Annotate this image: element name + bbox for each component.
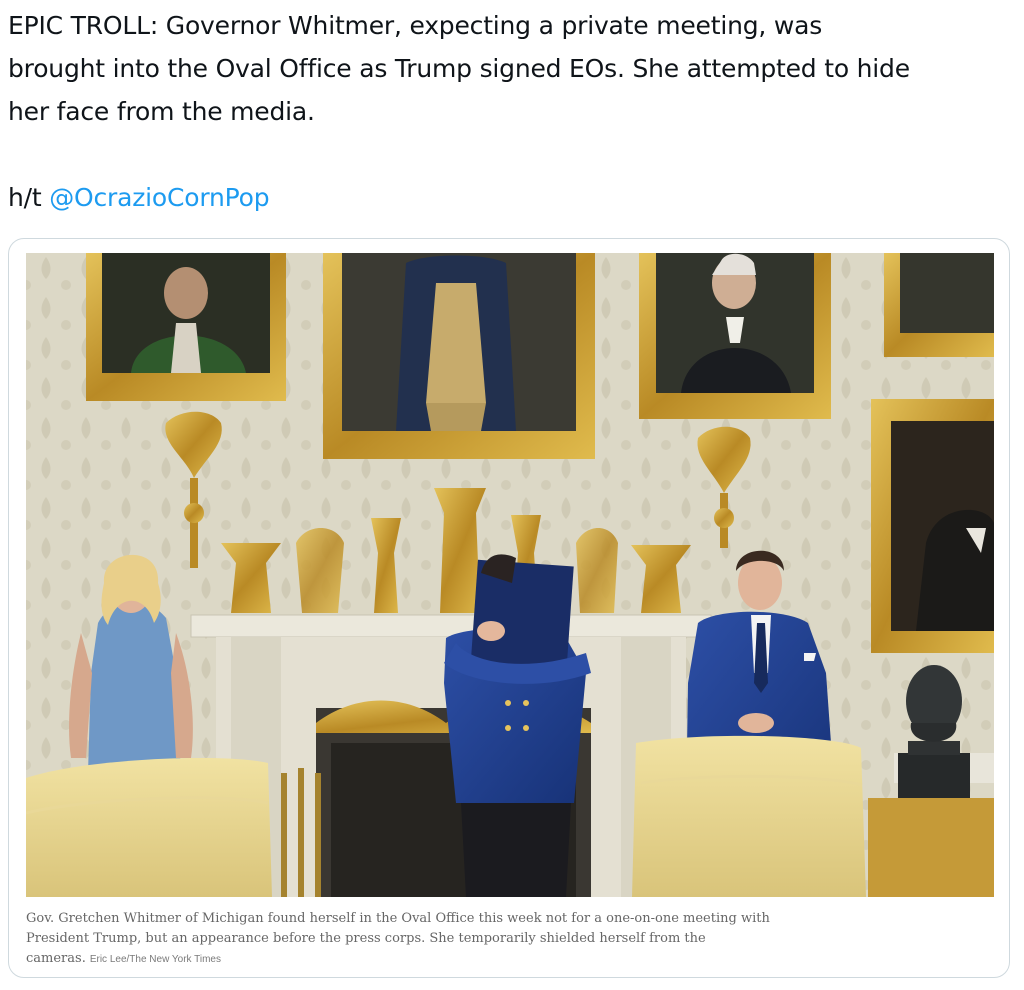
chair-left xyxy=(26,758,272,897)
painting-1 xyxy=(86,253,286,401)
tweet: EPIC TROLL: Governor Whitmer, expecting … xyxy=(0,0,1024,990)
photo-credit: Eric Lee/The New York Times xyxy=(89,954,221,965)
painting-5 xyxy=(871,399,994,653)
mention-link[interactable]: @OcrazioCornPop xyxy=(49,183,269,212)
tweet-text-line-2: brought into the Oval Office as Trump si… xyxy=(8,54,910,83)
painting-3 xyxy=(639,253,831,419)
hat-tip-line: h/t @OcrazioCornPop xyxy=(8,176,1018,219)
painting-2 xyxy=(323,253,595,459)
media-card[interactable]: Gov. Gretchen Whitmer of Michigan found … xyxy=(8,238,1010,978)
painting-4 xyxy=(884,253,994,357)
tweet-text-line-3: her face from the media. xyxy=(8,97,315,126)
photo-illustration xyxy=(26,253,994,897)
chair-right xyxy=(632,735,866,897)
tweet-text: EPIC TROLL: Governor Whitmer, expecting … xyxy=(8,4,1018,219)
hat-tip-prefix: h/t xyxy=(8,183,50,212)
oval-office-photo[interactable] xyxy=(26,253,994,897)
tweet-text-line-1: EPIC TROLL: Governor Whitmer, expecting … xyxy=(8,11,823,40)
photo-caption: Gov. Gretchen Whitmer of Michigan found … xyxy=(26,909,786,970)
